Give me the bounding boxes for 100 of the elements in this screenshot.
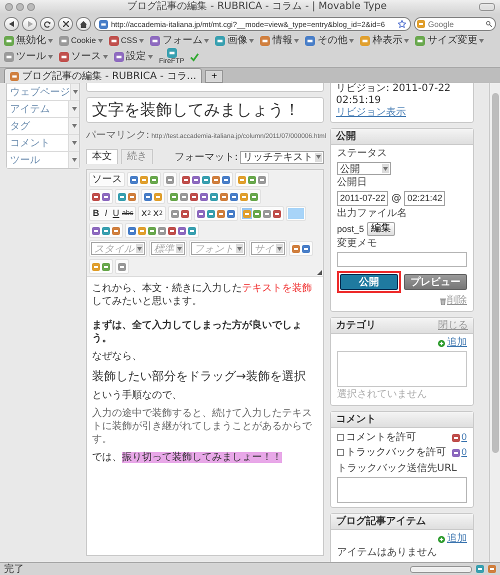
toolbar-button[interactable]: [187, 225, 197, 236]
toolbar-button[interactable]: [157, 225, 167, 236]
toolbar-button[interactable]: [201, 174, 211, 185]
sidebar-item[interactable]: タグ: [7, 117, 79, 134]
toolbar-button[interactable]: [262, 208, 272, 219]
check-icon[interactable]: [190, 52, 200, 62]
status-select[interactable]: 公開: [337, 162, 391, 175]
toolbar-button[interactable]: [101, 191, 111, 202]
toolbar-button[interactable]: [137, 225, 147, 236]
zoom-light[interactable]: [27, 3, 35, 11]
format-select[interactable]: リッチテキスト: [240, 150, 324, 164]
toolbar-button[interactable]: [211, 174, 221, 185]
toolbar-button[interactable]: [91, 261, 101, 272]
sidebar-item[interactable]: ツール: [7, 151, 79, 168]
toolbar-button[interactable]: [127, 191, 137, 202]
checkbox[interactable]: [337, 449, 344, 456]
toolbar-button[interactable]: [153, 191, 163, 202]
toolbar-menu[interactable]: Cookie: [59, 35, 103, 47]
toolbar-button[interactable]: [129, 174, 139, 185]
toolbar-button[interactable]: [91, 225, 101, 236]
toolbar-button[interactable]: [221, 174, 231, 185]
count-link[interactable]: 0: [452, 432, 467, 444]
toolbar-button[interactable]: [219, 191, 229, 202]
browser-tab[interactable]: ブログ記事の編集 - RUBRICA - コラ...: [4, 68, 202, 83]
toolbar-button[interactable]: [242, 208, 252, 219]
resize-handle[interactable]: [317, 270, 322, 275]
toolbar-button[interactable]: [191, 174, 201, 185]
toolbar-button[interactable]: [196, 208, 206, 219]
toolbar-button[interactable]: [291, 243, 301, 254]
search-field[interactable]: Google: [414, 17, 496, 31]
toolbar-button[interactable]: [147, 225, 157, 236]
toolbar-button[interactable]: [180, 208, 190, 219]
toolbar-button[interactable]: [301, 243, 311, 254]
toolbar-button[interactable]: [149, 174, 159, 185]
toolbar-button[interactable]: [206, 208, 216, 219]
minimize-light[interactable]: [16, 3, 24, 11]
toolbar-button[interactable]: [101, 225, 111, 236]
toolbar-button[interactable]: [239, 191, 249, 202]
italic-button[interactable]: I: [101, 208, 111, 219]
close-light[interactable]: [5, 3, 13, 11]
add-link[interactable]: 追加: [438, 533, 467, 545]
toolbar-button[interactable]: [229, 191, 239, 202]
stop-button[interactable]: [58, 17, 73, 31]
reload-button[interactable]: [40, 17, 55, 31]
toolbar-button[interactable]: [101, 261, 111, 272]
title-field[interactable]: 文字を装飾してみましょう！: [86, 97, 324, 123]
toolbar-button[interactable]: [216, 208, 226, 219]
sidebar-item[interactable]: ウェブページ: [7, 83, 79, 100]
back-button[interactable]: [4, 17, 19, 31]
toolbar-button[interactable]: [257, 174, 267, 185]
toolbar-menu[interactable]: 情報: [260, 35, 300, 47]
count-link[interactable]: 0: [452, 446, 467, 458]
time-field[interactable]: 02:21:42: [404, 191, 446, 206]
toolbar-button[interactable]: [170, 208, 180, 219]
toolbar-button[interactable]: [226, 208, 236, 219]
toolbar-button[interactable]: [143, 191, 153, 202]
sidebar-item[interactable]: アイテム: [7, 100, 79, 117]
trackback-field[interactable]: [337, 477, 467, 503]
checkbox[interactable]: [337, 434, 344, 441]
toolbar-menu[interactable]: サイズ変更: [415, 35, 484, 47]
toolbar-button[interactable]: [127, 225, 137, 236]
revision-link[interactable]: リビジョン表示: [336, 107, 406, 119]
toolbar-menu[interactable]: その他: [305, 35, 354, 47]
memo-field[interactable]: [337, 252, 467, 267]
publish-button[interactable]: 公開: [340, 274, 398, 290]
toolbar-menu[interactable]: 無効化: [4, 35, 53, 47]
sidebar-item[interactable]: コメント: [7, 134, 79, 151]
window-button[interactable]: [479, 3, 495, 11]
toolbar-menu[interactable]: 画像: [215, 35, 254, 47]
toolbar-button[interactable]: [181, 174, 191, 185]
toolbar-button[interactable]: [237, 174, 247, 185]
toolbar-menu[interactable]: 枠表示: [360, 35, 410, 47]
toolbar-button[interactable]: [169, 191, 179, 202]
toolbar-button[interactable]: [167, 225, 177, 236]
toolbar-button[interactable]: [199, 191, 209, 202]
toolbar-button[interactable]: [247, 174, 257, 185]
toolbar-menu[interactable]: CSS: [108, 35, 144, 47]
underline-button[interactable]: U: [111, 208, 121, 219]
add-link[interactable]: 追加: [438, 337, 467, 349]
toolbar-menu[interactable]: 設定: [114, 51, 153, 63]
toolbar-button[interactable]: [111, 225, 121, 236]
toolbar-menu[interactable]: フォーム: [150, 35, 210, 47]
date-field[interactable]: 2011-07-22: [337, 191, 388, 206]
star-icon[interactable]: [398, 20, 406, 28]
scrollbar-thumb[interactable]: [492, 93, 498, 453]
edit-button[interactable]: 編集: [367, 222, 396, 236]
editor-tab[interactable]: 本文: [86, 149, 118, 164]
toolbar-button[interactable]: [139, 174, 149, 185]
toolbar-button[interactable]: ソース: [91, 174, 123, 185]
toolbar-button[interactable]: [179, 191, 189, 202]
toolbar-menu[interactable]: ソース: [59, 51, 108, 63]
toolbar-button[interactable]: [252, 208, 262, 219]
preview-button[interactable]: プレビュー: [404, 274, 467, 290]
toolbar-button[interactable]: [249, 191, 259, 202]
toolbar-button[interactable]: [272, 208, 282, 219]
bold-button[interactable]: B: [91, 208, 101, 219]
new-tab-button[interactable]: +: [205, 70, 224, 83]
toolbar-button[interactable]: [189, 191, 199, 202]
home-button[interactable]: [76, 17, 91, 31]
toolbar-button[interactable]: [209, 191, 219, 202]
